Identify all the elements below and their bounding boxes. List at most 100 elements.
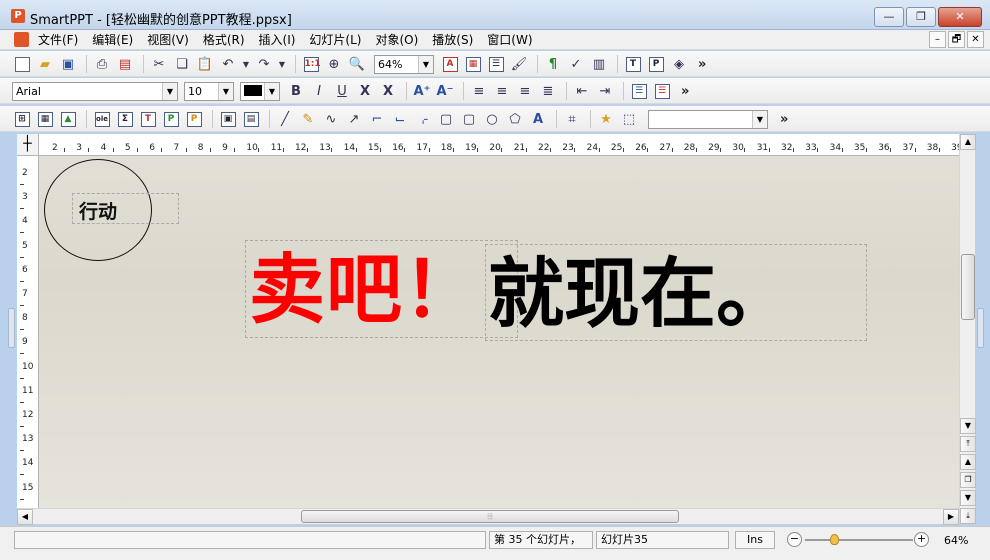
strikethrough-icon[interactable]: X [355, 81, 375, 101]
zoom-out-button[interactable]: − [787, 532, 802, 547]
align-left-icon[interactable]: ≡ [469, 81, 489, 101]
zoom-icon[interactable]: 🔍 [347, 54, 367, 74]
rectangle-tool-icon[interactable]: ▢ [436, 109, 456, 129]
numbered-list-icon[interactable]: ☰ [652, 81, 672, 101]
restore-button[interactable]: ❐ [906, 7, 936, 27]
last-slide-icon[interactable]: ⤓ [960, 508, 976, 524]
scroll-up-icon[interactable]: ▲ [960, 134, 976, 150]
vertical-scrollbar[interactable]: ▲ ▼ ⤒ ▲ ❐ ▼ ⤓ [959, 134, 976, 524]
menu-item[interactable]: 幻灯片(L) [309, 32, 361, 48]
menu-item[interactable]: 视图(V) [147, 32, 189, 48]
redo-dropdown-icon[interactable]: ▼ [277, 54, 287, 74]
scroll-down-icon[interactable]: ▼ [960, 418, 976, 434]
chevron-down-icon[interactable]: ▼ [162, 82, 177, 100]
line-tool-icon[interactable]: ╱ [275, 109, 295, 129]
font-name-combo[interactable]: Arial ▼ [12, 81, 178, 101]
align-right-icon[interactable]: ≡ [515, 81, 535, 101]
doc-minimize-button[interactable]: – [929, 31, 946, 48]
layers-icon[interactable]: ◈ [669, 54, 689, 74]
undo-icon[interactable]: ↶ [218, 54, 238, 74]
spell-check-icon[interactable]: ✓ [566, 54, 586, 74]
slide-canvas[interactable]: 行动 卖吧！ 就现在。 [39, 156, 959, 508]
group-icon[interactable]: ▣ [218, 109, 238, 129]
paragraph-marks-icon[interactable]: ¶ [543, 54, 563, 74]
actual-size-icon[interactable]: 1:1 [301, 54, 321, 74]
text-box-p-icon[interactable]: P [161, 109, 181, 129]
right-panel-grip[interactable] [977, 308, 984, 348]
zoom-slider-track[interactable] [805, 539, 913, 541]
undo-dropdown-icon[interactable]: ▼ [241, 54, 251, 74]
zoom-combo[interactable]: 64% ▼ [374, 54, 434, 74]
slide-black-heading[interactable]: 就现在。 [488, 246, 792, 342]
clear-format-icon[interactable]: X [378, 81, 398, 101]
decrease-font-icon[interactable]: A⁻ [435, 81, 455, 101]
menu-item[interactable]: 文件(F) [38, 32, 78, 48]
justify-icon[interactable]: ≣ [538, 81, 558, 101]
table-frame-icon[interactable]: ▦ [35, 109, 55, 129]
align-center-icon[interactable]: ≡ [492, 81, 512, 101]
slide-red-heading[interactable]: 卖吧！ [249, 242, 480, 338]
wordart-icon[interactable]: A [528, 109, 548, 129]
chevron-down-icon[interactable]: ▼ [418, 55, 433, 73]
more-tools-icon[interactable]: » [681, 84, 689, 99]
arrow-tool-icon[interactable]: ↗ [344, 109, 364, 129]
font-color-combo[interactable]: ▼ [240, 81, 280, 101]
curve-tool-icon[interactable]: ∿ [321, 109, 341, 129]
pencil-tool-icon[interactable]: ✎ [298, 109, 318, 129]
ruler-origin-button[interactable]: ┼ [17, 134, 39, 156]
menu-item[interactable]: 格式(R) [203, 32, 245, 48]
text-box-p2-icon[interactable]: P [184, 109, 204, 129]
minimize-button[interactable]: — [874, 7, 904, 27]
underline-icon[interactable]: U [332, 81, 352, 101]
next-slide-icon[interactable]: ▼ [960, 490, 976, 506]
ole-object-icon[interactable]: ole [92, 109, 112, 129]
doc-restore-button[interactable]: 🗗 [948, 31, 965, 48]
circle-label[interactable]: 行动 [79, 197, 117, 224]
chevron-down-icon[interactable]: ▼ [264, 82, 279, 100]
format-painter-icon[interactable]: 🖌 [509, 54, 529, 74]
close-button[interactable]: ✕ [938, 7, 982, 27]
image-frame-icon[interactable]: ▲ [58, 109, 78, 129]
chart-icon[interactable]: ▥ [589, 54, 609, 74]
menu-item[interactable]: 编辑(E) [92, 32, 133, 48]
chevron-down-icon[interactable]: ▼ [218, 82, 233, 100]
decrease-indent-icon[interactable]: ⇤ [572, 81, 592, 101]
ellipse-tool-icon[interactable]: ○ [482, 109, 502, 129]
scroll-left-icon[interactable]: ◀ [17, 509, 33, 525]
elbow-connector-icon[interactable]: ⌙ [390, 109, 410, 129]
app-icon[interactable]: P [11, 9, 25, 23]
page-properties-icon[interactable]: P [646, 54, 666, 74]
ungroup-icon[interactable]: ▤ [241, 109, 261, 129]
effects-icon[interactable]: ⬚ [619, 109, 639, 129]
insert-mode-status[interactable]: Ins [735, 531, 775, 549]
horizontal-scrollbar[interactable]: ◀ ⦙⦙⦙ ▶ [17, 508, 959, 525]
left-panel-grip[interactable] [8, 308, 15, 348]
shapes-tool-icon[interactable]: ⬠ [505, 109, 525, 129]
pdf-export-icon[interactable]: ▤ [115, 54, 135, 74]
cut-icon[interactable]: ✂ [149, 54, 169, 74]
new-file-icon[interactable] [12, 54, 32, 74]
text-box-t-icon[interactable]: T [138, 109, 158, 129]
increase-indent-icon[interactable]: ⇥ [595, 81, 615, 101]
print-icon[interactable]: ⎙ [92, 54, 112, 74]
vertical-scroll-thumb[interactable] [961, 254, 975, 320]
text-color-icon[interactable]: A [440, 54, 460, 74]
paste-icon[interactable]: 📋 [195, 54, 215, 74]
bold-icon[interactable]: B [286, 81, 306, 101]
open-folder-icon[interactable]: ▰ [35, 54, 55, 74]
doc-close-button[interactable]: ✕ [967, 31, 984, 48]
connector-tool-icon[interactable]: ⌐ [367, 109, 387, 129]
more-tools-icon[interactable]: » [698, 57, 706, 72]
list-icon[interactable]: ☰ [486, 54, 506, 74]
first-slide-icon[interactable]: ⤒ [960, 436, 976, 452]
increase-font-icon[interactable]: A⁺ [412, 81, 432, 101]
menu-item[interactable]: 插入(I) [259, 32, 296, 48]
document-icon[interactable] [14, 32, 29, 47]
zoom-slider-handle[interactable] [830, 534, 839, 545]
insert-table-icon[interactable]: ▦ [463, 54, 483, 74]
redo-icon[interactable]: ↷ [254, 54, 274, 74]
formula-icon[interactable]: Σ [115, 109, 135, 129]
rounded-rect-tool-icon[interactable]: ▢ [459, 109, 479, 129]
horizontal-scroll-thumb[interactable]: ⦙⦙⦙ [301, 510, 679, 523]
more-tools-icon[interactable]: » [780, 112, 788, 127]
